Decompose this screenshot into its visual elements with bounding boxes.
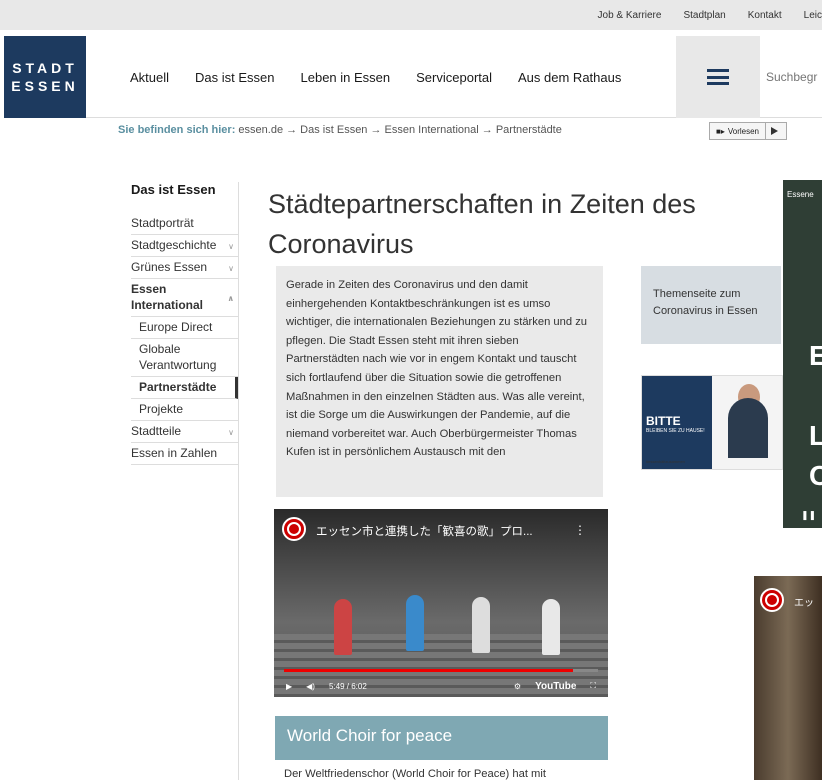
sidebar-item-essen-in-zahlen[interactable]: Essen in Zahlen: [131, 443, 238, 465]
read-aloud-label: Vorlesen: [727, 126, 759, 136]
logo-line1: STADT: [12, 60, 78, 76]
world-choir-heading-box: World Choir for peace: [275, 716, 608, 760]
breadcrumb-lead: Sie befinden sich hier:: [118, 124, 236, 136]
side-video-letter: L: [809, 420, 822, 451]
side-video-label: Essene: [787, 190, 814, 199]
play-icon[interactable]: [766, 123, 782, 139]
link-stadtplan[interactable]: Stadtplan: [683, 10, 725, 21]
world-choir-text: Der Weltfriedenschor (World Choir for Pe…: [284, 768, 546, 780]
singer-figure: [334, 599, 352, 655]
read-aloud-button[interactable]: ■▸ Vorlesen: [710, 123, 766, 139]
sidebar-item-stadtteile[interactable]: Stadtteile ∨: [131, 421, 238, 443]
nav-serviceportal[interactable]: Serviceportal: [416, 70, 492, 85]
world-choir-heading: World Choir for peace: [287, 726, 453, 745]
video-progress-bar[interactable]: [284, 669, 598, 672]
poster-hashtag: #essenhältzusammen: [646, 459, 685, 464]
side-video-letter: E: [809, 340, 822, 371]
side-video-letter: C: [809, 460, 822, 491]
channel-logo-icon[interactable]: [760, 588, 784, 612]
side-video-player-2[interactable]: エッ: [754, 576, 822, 780]
main-navigation: Aktuell Das ist Essen Leben in Essen Ser…: [86, 36, 822, 118]
nav-leben-in-essen[interactable]: Leben in Essen: [301, 70, 391, 85]
search-input[interactable]: [766, 66, 822, 88]
side-video-player[interactable]: Essene E L C ❚❚: [783, 180, 822, 528]
volume-icon[interactable]: ◀): [306, 682, 315, 691]
video-time: 5:49 / 6:02: [328, 681, 367, 691]
more-options-icon[interactable]: ⋮: [574, 523, 586, 537]
sidebar-item-stadtgeschichte[interactable]: Stadtgeschichte ∨: [131, 235, 238, 257]
nav-items: Aktuell Das ist Essen Leben in Essen Ser…: [130, 36, 621, 118]
singer-figure: [406, 595, 424, 651]
chevron-down-icon[interactable]: ∨: [228, 239, 234, 255]
youtube-logo[interactable]: YouTube: [535, 681, 576, 692]
sidebar-title[interactable]: Das ist Essen: [131, 182, 238, 197]
settings-icon[interactable]: ⚙: [514, 682, 521, 691]
sidebar-item-projekte[interactable]: Projekte: [131, 399, 238, 421]
video-progress-fill: [284, 669, 573, 672]
corona-theme-link[interactable]: Themenseite zum Coronavirus in Essen: [653, 288, 758, 317]
sidebar-item-gruenes-essen[interactable]: Grünes Essen ∨: [131, 257, 238, 279]
breadcrumb: Sie befinden sich hier: essen.de → Das i…: [118, 124, 562, 136]
chevron-up-icon[interactable]: ∧: [228, 291, 235, 307]
singer-figure: [472, 597, 490, 653]
menu-button[interactable]: [676, 36, 760, 118]
chevron-down-icon[interactable]: ∨: [228, 261, 234, 277]
page-title: Städtepartnerschaften in Zeiten des Coro…: [268, 189, 696, 259]
singer-figure: [542, 599, 560, 655]
fullscreen-icon[interactable]: ⛶: [590, 681, 596, 691]
link-job-karriere[interactable]: Job & Karriere: [598, 10, 662, 21]
logo-line2: ESSEN: [11, 78, 79, 94]
utility-links: Job & Karriere Stadtplan Kontakt Leic: [598, 0, 822, 30]
mayor-portrait: [728, 398, 768, 458]
sidebar: Das ist Essen Stadtporträt Stadtgeschich…: [131, 182, 238, 465]
video-controls: ▶ ◀) 5:49 / 6:02 ⚙ YouTube ⛶: [274, 675, 608, 697]
nav-das-ist-essen[interactable]: Das ist Essen: [195, 70, 274, 85]
intro-text-box: Gerade in Zeiten des Coronavirus und den…: [276, 266, 603, 497]
sidebar-item-europe-direct[interactable]: Europe Direct: [131, 316, 238, 339]
link-kontakt[interactable]: Kontakt: [748, 10, 782, 21]
sidebar-item-globale-verantwortung[interactable]: Globale Verantwortung: [131, 339, 238, 377]
sidebar-item-essen-international[interactable]: Essen International ∧: [131, 279, 238, 316]
sidebar-divider: [238, 182, 239, 780]
nav-aus-dem-rathaus[interactable]: Aus dem Rathaus: [518, 70, 621, 85]
sidebar-item-partnerstaedte[interactable]: Partnerstädte: [131, 377, 238, 399]
channel-logo-icon[interactable]: [282, 517, 306, 541]
hamburger-icon: [707, 69, 729, 85]
video-title[interactable]: エッセン市と連携した「歓喜の歌」プロ...: [316, 523, 533, 539]
chevron-down-icon[interactable]: ∨: [228, 425, 234, 441]
stadt-essen-logo[interactable]: STADT ESSEN: [4, 36, 86, 118]
link-leichte-sprache[interactable]: Leic: [804, 10, 822, 21]
pause-icon[interactable]: ❚❚: [801, 510, 816, 521]
corona-theme-teaser[interactable]: Themenseite zum Coronavirus in Essen: [641, 266, 781, 344]
intro-text: Gerade in Zeiten des Coronavirus und den…: [286, 279, 588, 459]
play-icon[interactable]: ▶: [286, 682, 292, 691]
speaker-icon: ■▸: [716, 126, 725, 136]
sidebar-list: Stadtporträt Stadtgeschichte ∨ Grünes Ess…: [131, 213, 238, 465]
nav-aktuell[interactable]: Aktuell: [130, 70, 169, 85]
utility-bar: Job & Karriere Stadtplan Kontakt Leic: [0, 0, 822, 30]
poster-bitte-text: BITTE: [646, 414, 681, 428]
side-video-2-title: エッ: [794, 598, 814, 609]
bitte-bleiben-sie-zuhause-image[interactable]: BITTE BLEIBEN SIE ZU HAUSE! #essenhältzu…: [641, 375, 783, 470]
poster-subtext: BLEIBEN SIE ZU HAUSE!: [646, 428, 705, 434]
youtube-video-player[interactable]: エッセン市と連携した「歓喜の歌」プロ... ⋮ ▶ ◀) 5:49 / 6:02…: [274, 509, 608, 697]
breadcrumb-path[interactable]: essen.de → Das ist Essen → Essen Interna…: [238, 124, 561, 136]
sidebar-item-stadtportraet[interactable]: Stadtporträt: [131, 213, 238, 235]
read-aloud-widget: ■▸ Vorlesen: [709, 122, 787, 140]
